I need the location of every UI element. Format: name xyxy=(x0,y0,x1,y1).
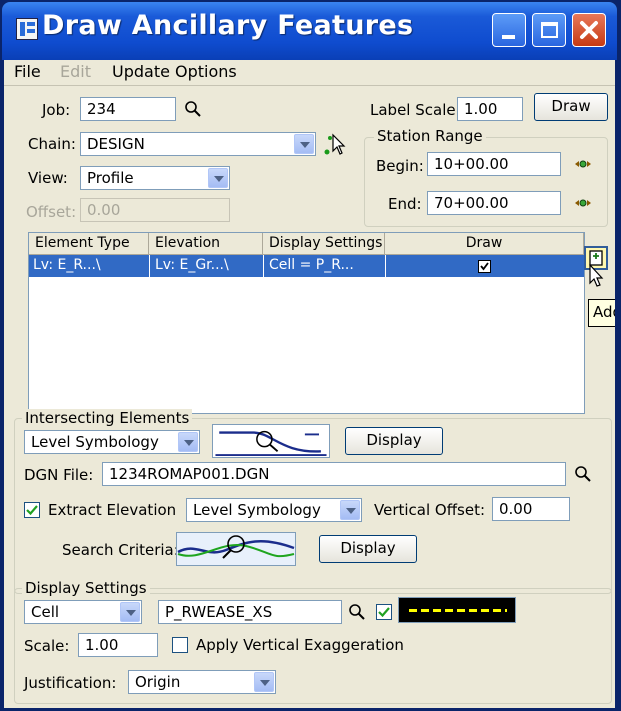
extract-mode-select[interactable]: Level Symbology xyxy=(186,498,362,522)
intersecting-display-button[interactable]: Display xyxy=(345,427,443,455)
job-input[interactable]: 234 xyxy=(80,97,176,121)
tooltip: Add xyxy=(588,299,615,327)
minimize-icon xyxy=(502,35,515,39)
dgn-file-input[interactable]: 1234ROMAP001.DGN xyxy=(102,462,566,486)
vertical-offset-input[interactable]: 0.00 xyxy=(492,497,570,521)
draw-button[interactable]: Draw xyxy=(534,93,608,121)
cell-display-settings: Cell = P_R... xyxy=(269,257,354,273)
search-display-button[interactable]: Display xyxy=(319,535,417,563)
view-label: View: xyxy=(28,169,68,187)
locate-begin-icon[interactable] xyxy=(574,156,592,172)
intersecting-preview-icon xyxy=(212,424,330,458)
chain-label: Chain: xyxy=(28,135,76,153)
search-criteria-icon[interactable] xyxy=(176,532,296,566)
select-chain-cursor-icon[interactable] xyxy=(322,132,348,158)
cell-browse-icon[interactable] xyxy=(348,603,366,621)
intersecting-mode-value: Level Symbology xyxy=(31,433,159,451)
col-header-element-type[interactable]: Element Type xyxy=(29,233,149,255)
dgn-file-label: DGN File: xyxy=(24,466,94,484)
scale-input[interactable]: 1.00 xyxy=(78,633,158,657)
app-icon xyxy=(16,18,38,40)
close-icon xyxy=(580,21,598,39)
intersecting-mode-select[interactable]: Level Symbology xyxy=(24,430,200,454)
extract-mode-value: Level Symbology xyxy=(193,501,321,519)
maximize-icon xyxy=(541,22,558,38)
window-title: Draw Ancillary Features xyxy=(42,10,414,41)
intersecting-elements-title: Intersecting Elements xyxy=(22,409,193,427)
label-scale-label: Label Scale: xyxy=(370,101,461,119)
chevron-down-icon xyxy=(254,672,274,692)
minimize-button[interactable] xyxy=(492,13,526,47)
chevron-down-icon xyxy=(208,168,228,188)
vertical-offset-label: Vertical Offset: xyxy=(374,501,486,519)
features-table[interactable]: Element Type Elevation Display Settings … xyxy=(28,232,585,414)
end-station-input[interactable]: 70+00.00 xyxy=(427,191,561,215)
extract-elevation-checkbox[interactable] xyxy=(24,502,40,518)
locate-end-icon[interactable] xyxy=(574,195,592,211)
scale-label: Scale: xyxy=(24,637,70,655)
dgn-browse-icon[interactable] xyxy=(574,465,592,483)
justification-value: Origin xyxy=(135,673,181,691)
mouse-cursor-icon xyxy=(589,264,604,287)
cell-name-input[interactable]: P_RWEASE_XS xyxy=(158,600,342,624)
dashed-line-icon xyxy=(409,609,507,612)
justification-label: Justification: xyxy=(24,674,117,692)
symbology-checkbox[interactable] xyxy=(376,604,392,620)
title-bar[interactable]: Draw Ancillary Features xyxy=(2,2,617,60)
station-range-title: Station Range xyxy=(374,127,486,145)
display-type-value: Cell xyxy=(31,603,60,621)
window-frame: Draw Ancillary Features File Edit Update… xyxy=(0,0,621,711)
end-label: End: xyxy=(388,195,422,213)
menu-bar: File Edit Update Options xyxy=(4,60,615,86)
cell-separator xyxy=(263,255,264,277)
label-scale-input[interactable]: 1.00 xyxy=(457,97,523,121)
check-icon xyxy=(480,262,489,271)
job-search-icon[interactable] xyxy=(184,100,202,118)
offset-input[interactable]: 0.00 xyxy=(80,198,230,222)
col-header-draw[interactable]: Draw xyxy=(385,233,584,255)
justification-select[interactable]: Origin xyxy=(128,670,276,694)
begin-label: Begin: xyxy=(376,157,424,175)
cell-elevation: Lv: E_Gr...\ xyxy=(155,257,229,273)
draw-checkbox[interactable] xyxy=(478,260,491,273)
check-icon xyxy=(378,607,390,618)
chevron-down-icon xyxy=(340,500,360,520)
job-label: Job: xyxy=(42,101,71,119)
chevron-down-icon xyxy=(294,134,314,154)
menu-update-options[interactable]: Update Options xyxy=(112,62,237,81)
chevron-down-icon xyxy=(120,602,140,622)
dialog-body: File Edit Update Options Job: 234 Chain:… xyxy=(4,60,615,708)
apply-vertical-exaggeration-label: Apply Vertical Exaggeration xyxy=(196,636,404,654)
line-style-preview[interactable] xyxy=(398,597,516,623)
view-select[interactable]: Profile xyxy=(80,166,230,190)
col-header-display-settings[interactable]: Display Settings xyxy=(263,233,385,255)
display-type-select[interactable]: Cell xyxy=(24,600,142,624)
apply-vertical-exaggeration-checkbox[interactable] xyxy=(172,637,188,653)
check-icon xyxy=(26,505,38,516)
display-settings-title: Display Settings xyxy=(22,579,150,597)
cell-separator xyxy=(149,255,150,277)
extract-elevation-label: Extract Elevation xyxy=(48,501,177,519)
chevron-down-icon xyxy=(178,432,198,452)
col-header-elevation[interactable]: Elevation xyxy=(149,233,263,255)
maximize-button[interactable] xyxy=(532,13,566,47)
chain-select-value: DESIGN xyxy=(87,135,145,153)
search-criteria-label: Search Criteria: xyxy=(62,541,179,559)
cell-separator xyxy=(385,255,386,277)
view-select-value: Profile xyxy=(87,169,134,187)
begin-station-input[interactable]: 10+00.00 xyxy=(427,152,561,176)
menu-edit[interactable]: Edit xyxy=(60,62,91,81)
offset-label: Offset: xyxy=(26,203,77,221)
cell-element-type: Lv: E_R...\ xyxy=(33,257,101,273)
chain-select[interactable]: DESIGN xyxy=(80,132,316,156)
close-button[interactable] xyxy=(572,13,606,47)
menu-file[interactable]: File xyxy=(14,62,41,81)
